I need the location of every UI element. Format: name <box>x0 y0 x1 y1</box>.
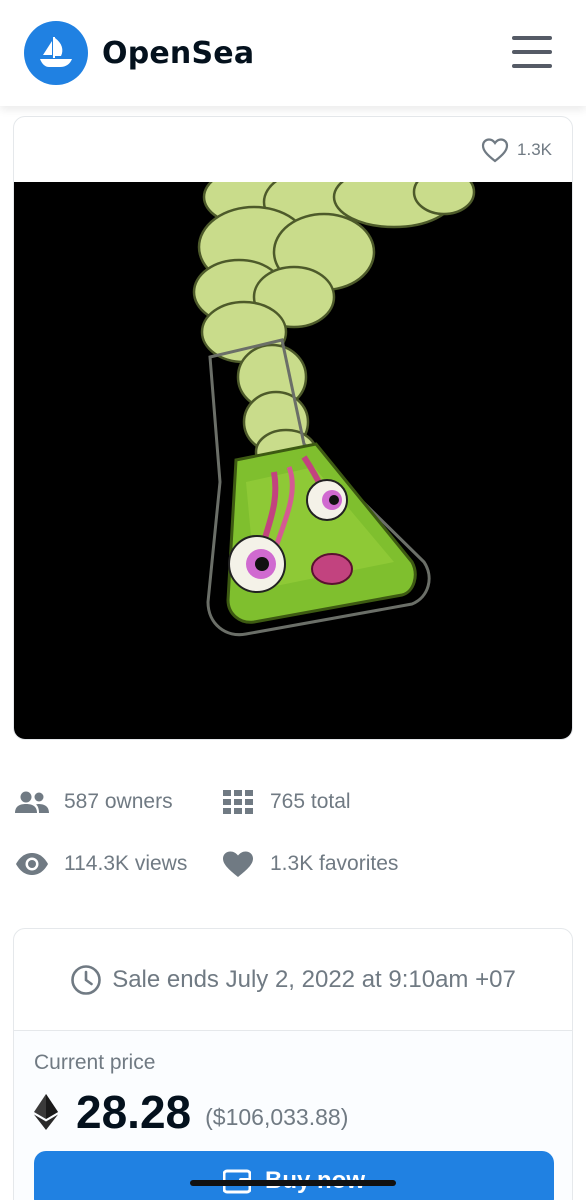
favorites-stat: 1.3K favorites <box>220 850 398 878</box>
views-count: 114.3K views <box>64 852 188 875</box>
price-usd: ($106,033.88) <box>205 1103 349 1130</box>
views-stat: 114.3K views <box>14 850 187 878</box>
heart-outline-icon <box>481 137 509 162</box>
clock-icon <box>71 964 101 995</box>
favorite-count: 1.3K <box>517 139 552 159</box>
people-icon <box>14 788 50 816</box>
price-label: Current price <box>34 1051 156 1074</box>
ethereum-icon <box>34 1094 58 1130</box>
sale-panel: Sale ends July 2, 2022 at 9:10am +07 Cur… <box>13 928 573 1200</box>
opensea-logo-link[interactable]: OpenSea <box>24 21 254 85</box>
home-indicator[interactable] <box>190 1180 396 1186</box>
favorites-count: 1.3K favorites <box>270 852 399 875</box>
owners-stat[interactable]: 587 owners <box>14 788 173 816</box>
hamburger-menu-icon[interactable] <box>512 36 552 68</box>
asset-image[interactable] <box>14 165 572 739</box>
owners-count: 587 owners <box>64 790 173 813</box>
price-value: 28.28 <box>76 1086 192 1138</box>
sale-ends-text: Sale ends July 2, 2022 at 9:10am +07 <box>112 965 516 993</box>
top-header: OpenSea <box>0 0 586 106</box>
sale-timer: Sale ends July 2, 2022 at 9:10am +07 <box>14 929 572 1031</box>
opensea-logo-icon <box>24 21 88 85</box>
heart-filled-icon <box>220 850 256 878</box>
total-count: 765 total <box>270 790 351 813</box>
favorite-button[interactable]: 1.3K <box>481 137 552 163</box>
eye-icon <box>14 850 50 878</box>
asset-card: 1.3K <box>13 116 573 740</box>
buy-now-button[interactable]: Buy now <box>34 1151 554 1200</box>
brand-name: OpenSea <box>102 35 255 71</box>
grid-icon <box>220 788 256 816</box>
total-stat: 765 total <box>220 788 351 816</box>
